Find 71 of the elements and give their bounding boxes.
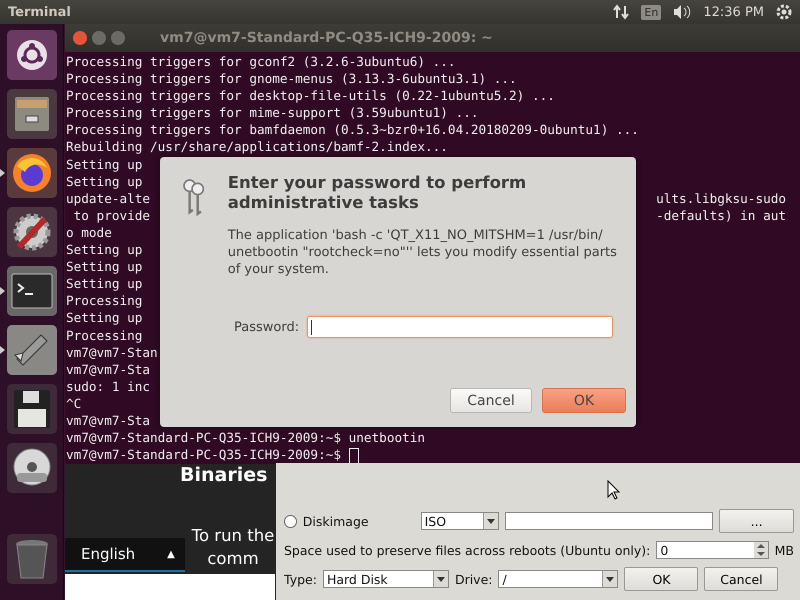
persistence-label: Space used to preserve files across reboots (Ubuntu only):	[284, 542, 650, 558]
terminal-line: Setting up	[66, 241, 142, 258]
diskimage-label: Diskimage	[302, 514, 370, 528]
ok-button[interactable]: OK	[542, 388, 626, 413]
password-field[interactable]	[307, 316, 614, 338]
dialog-heading: Enter your password to perform administrative tasks	[228, 173, 528, 213]
page-heading: Binaries	[180, 464, 268, 486]
launcher-item[interactable]	[6, 384, 56, 434]
terminal-line: Processing triggers for mime-support (3.59ubuntu1) ...	[66, 104, 478, 122]
terminal-line: ^C	[66, 394, 82, 412]
format-dropdown[interactable]: ISO	[420, 512, 500, 530]
terminal-icon	[10, 273, 52, 309]
launcher-item[interactable]	[6, 207, 56, 257]
terminal-line: vm7@vm7-Stan	[66, 344, 158, 361]
fox-globe-icon	[10, 152, 52, 194]
terminal-line: Processing	[66, 292, 142, 310]
drive-dropdown[interactable]: /	[498, 570, 618, 588]
image-path-field[interactable]	[505, 512, 714, 530]
launcher-item[interactable]	[6, 30, 56, 80]
minimize-button[interactable]	[92, 31, 106, 45]
terminal-line: Setting up	[66, 172, 142, 190]
page-text: To run the	[190, 525, 276, 547]
window-title: vm7@vm7-Standard-PC-Q35-ICH9-2009: ~	[160, 30, 493, 46]
launcher-item[interactable]	[6, 89, 56, 139]
terminal-line: Processing	[66, 326, 142, 344]
terminal-line: Processing triggers for gconf2 (3.2.6-3ubuntu6) ...	[66, 53, 456, 70]
terminal-line: sudo: 1 inc	[66, 378, 150, 395]
launcher-item[interactable]	[6, 443, 56, 493]
terminal-line: Processing triggers for bamfdaemon (0.5.3~bzr0+16.04.20180209-0ubuntu1) ...	[66, 121, 639, 138]
terminal-line: Setting up	[66, 309, 142, 326]
unit-label: MB	[774, 542, 794, 558]
maximize-button[interactable]	[111, 31, 125, 45]
keyboard-layout-indicator[interactable]: En	[641, 4, 662, 20]
password-label: Password:	[234, 320, 300, 334]
terminal-line: to provide	[72, 206, 150, 224]
persistence-spinbox[interactable]: 0	[656, 541, 769, 559]
browse-button[interactable]: ...	[719, 509, 794, 533]
language-selector[interactable]: English ▲	[65, 538, 185, 572]
settings-icon[interactable]	[776, 4, 792, 20]
page-text: comm	[206, 548, 260, 570]
terminal-line: Rebuilding /usr/share/applications/bamf-2.index...	[66, 138, 448, 156]
drive-label: Drive:	[454, 572, 492, 586]
terminal-line: ults.libgksu-sudo	[656, 190, 786, 207]
trash-icon	[14, 538, 50, 580]
clock[interactable]: 12:36 PM	[703, 4, 764, 20]
terminal-line: Processing triggers for desktop-file-utils (0.22-1ubuntu5.2) ...	[66, 87, 555, 104]
ok-button[interactable]: OK	[624, 567, 698, 591]
terminal-line: update-alte	[66, 190, 150, 207]
terminal-line: -defaults) in aut	[656, 206, 786, 224]
diskimage-radio[interactable]	[284, 514, 297, 528]
terminal-line: Setting up	[66, 275, 142, 292]
gear-wrench-icon	[10, 211, 52, 253]
ubuntu-logo-icon	[16, 39, 48, 71]
terminal-line: Setting up	[66, 258, 142, 276]
terminal-line: o mode	[66, 224, 112, 242]
spin-arrows-icon[interactable]	[754, 542, 768, 558]
terminal-line: Setting up	[66, 156, 142, 173]
cancel-button[interactable]: Cancel	[450, 388, 532, 413]
terminal-line: vm7@vm7-Standard-PC-Q35-ICH9-2009:~$ unetbootin	[66, 429, 426, 446]
terminal-line: Processing triggers for gnome-menus (3.13.3-6ubuntu3.1) ...	[66, 70, 517, 88]
type-label: Type:	[284, 572, 317, 586]
close-button[interactable]	[73, 31, 87, 45]
mouse-pointer-icon	[607, 480, 621, 500]
volume-icon[interactable]	[673, 4, 692, 20]
cancel-button[interactable]: Cancel	[704, 567, 778, 591]
terminal-line: vm7@vm7-Sta	[66, 360, 150, 378]
type-dropdown[interactable]: Hard Disk	[322, 570, 449, 588]
terminal-line: vm7@vm7-Sta	[66, 412, 150, 430]
network-arrows-icon[interactable]	[613, 4, 630, 20]
dialog-message: The application 'bash -c 'QT_X11_NO_MITSHM=1 /usr/bin/ unetbootin "rootcheck=no"'' lets you modify essential parts of your system.	[228, 227, 618, 278]
app-title: Terminal	[8, 4, 72, 20]
